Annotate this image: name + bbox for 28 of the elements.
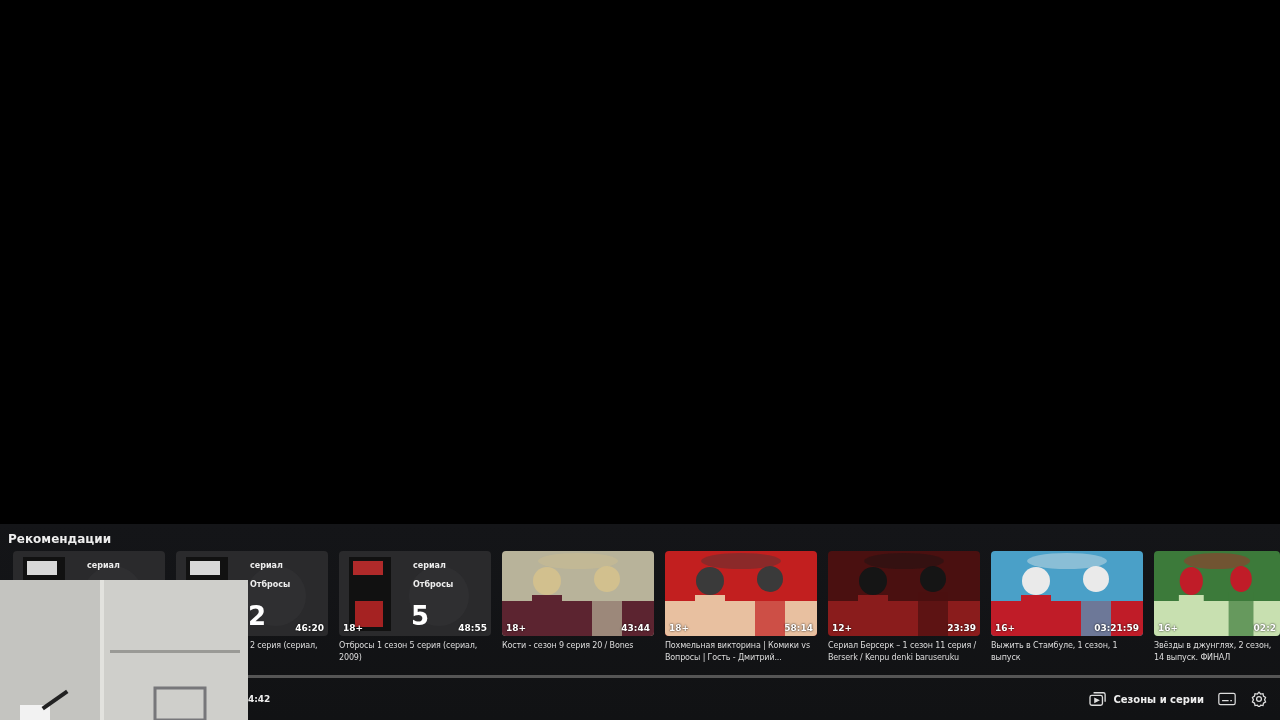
duration-label: 43:44 xyxy=(621,623,650,633)
show-label: Отбросы xyxy=(413,580,454,589)
age-rating: 12+ xyxy=(832,623,853,633)
episode-number: 5 xyxy=(411,601,430,631)
series-label: сериал xyxy=(413,561,446,570)
video-title: Сериал Берсерк – 1 сезон 11 серия / Berserk / Kenpu denki baruseruku xyxy=(828,640,978,664)
age-rating: 16+ xyxy=(1158,623,1179,633)
episodes-icon xyxy=(1089,691,1108,707)
duration-label: 02:2 xyxy=(1253,623,1276,633)
section-title: Рекомендации xyxy=(7,531,113,548)
age-rating: 16+ xyxy=(995,623,1016,633)
video-title: Кости - сезон 9 серия 20 / Bones xyxy=(502,640,635,652)
age-rating: 18+ xyxy=(506,623,527,633)
age-rating: 18+ xyxy=(343,623,364,633)
subtitles-icon[interactable] xyxy=(1218,691,1236,707)
video-title: Звёзды в джунглях, 2 сезон, 14 выпуск. ФИНАЛ xyxy=(1154,640,1273,664)
seasons-button[interactable]: Сезоны и серии xyxy=(1089,691,1204,707)
duration-label: 58:14 xyxy=(784,623,813,633)
age-rating: 18+ xyxy=(669,623,690,633)
video-title: 2 серия (сериал, xyxy=(249,640,319,652)
duration-label: 48:55 xyxy=(458,623,487,633)
duration-label: 03:21:59 xyxy=(1094,623,1139,633)
video-title: Отбросы 1 сезон 5 серия (сериал, 2009) xyxy=(339,640,479,664)
settings-icon[interactable] xyxy=(1250,691,1268,707)
video-title: Похмельная викторина | Комики vs Вопросы | Гость - Дмитрий... xyxy=(665,640,811,664)
time-label: 4:42 xyxy=(248,694,271,704)
duration-label: 23:39 xyxy=(947,623,976,633)
video-title: Выжить в Стамбуле, 1 сезон, 1 выпуск xyxy=(991,640,1119,664)
